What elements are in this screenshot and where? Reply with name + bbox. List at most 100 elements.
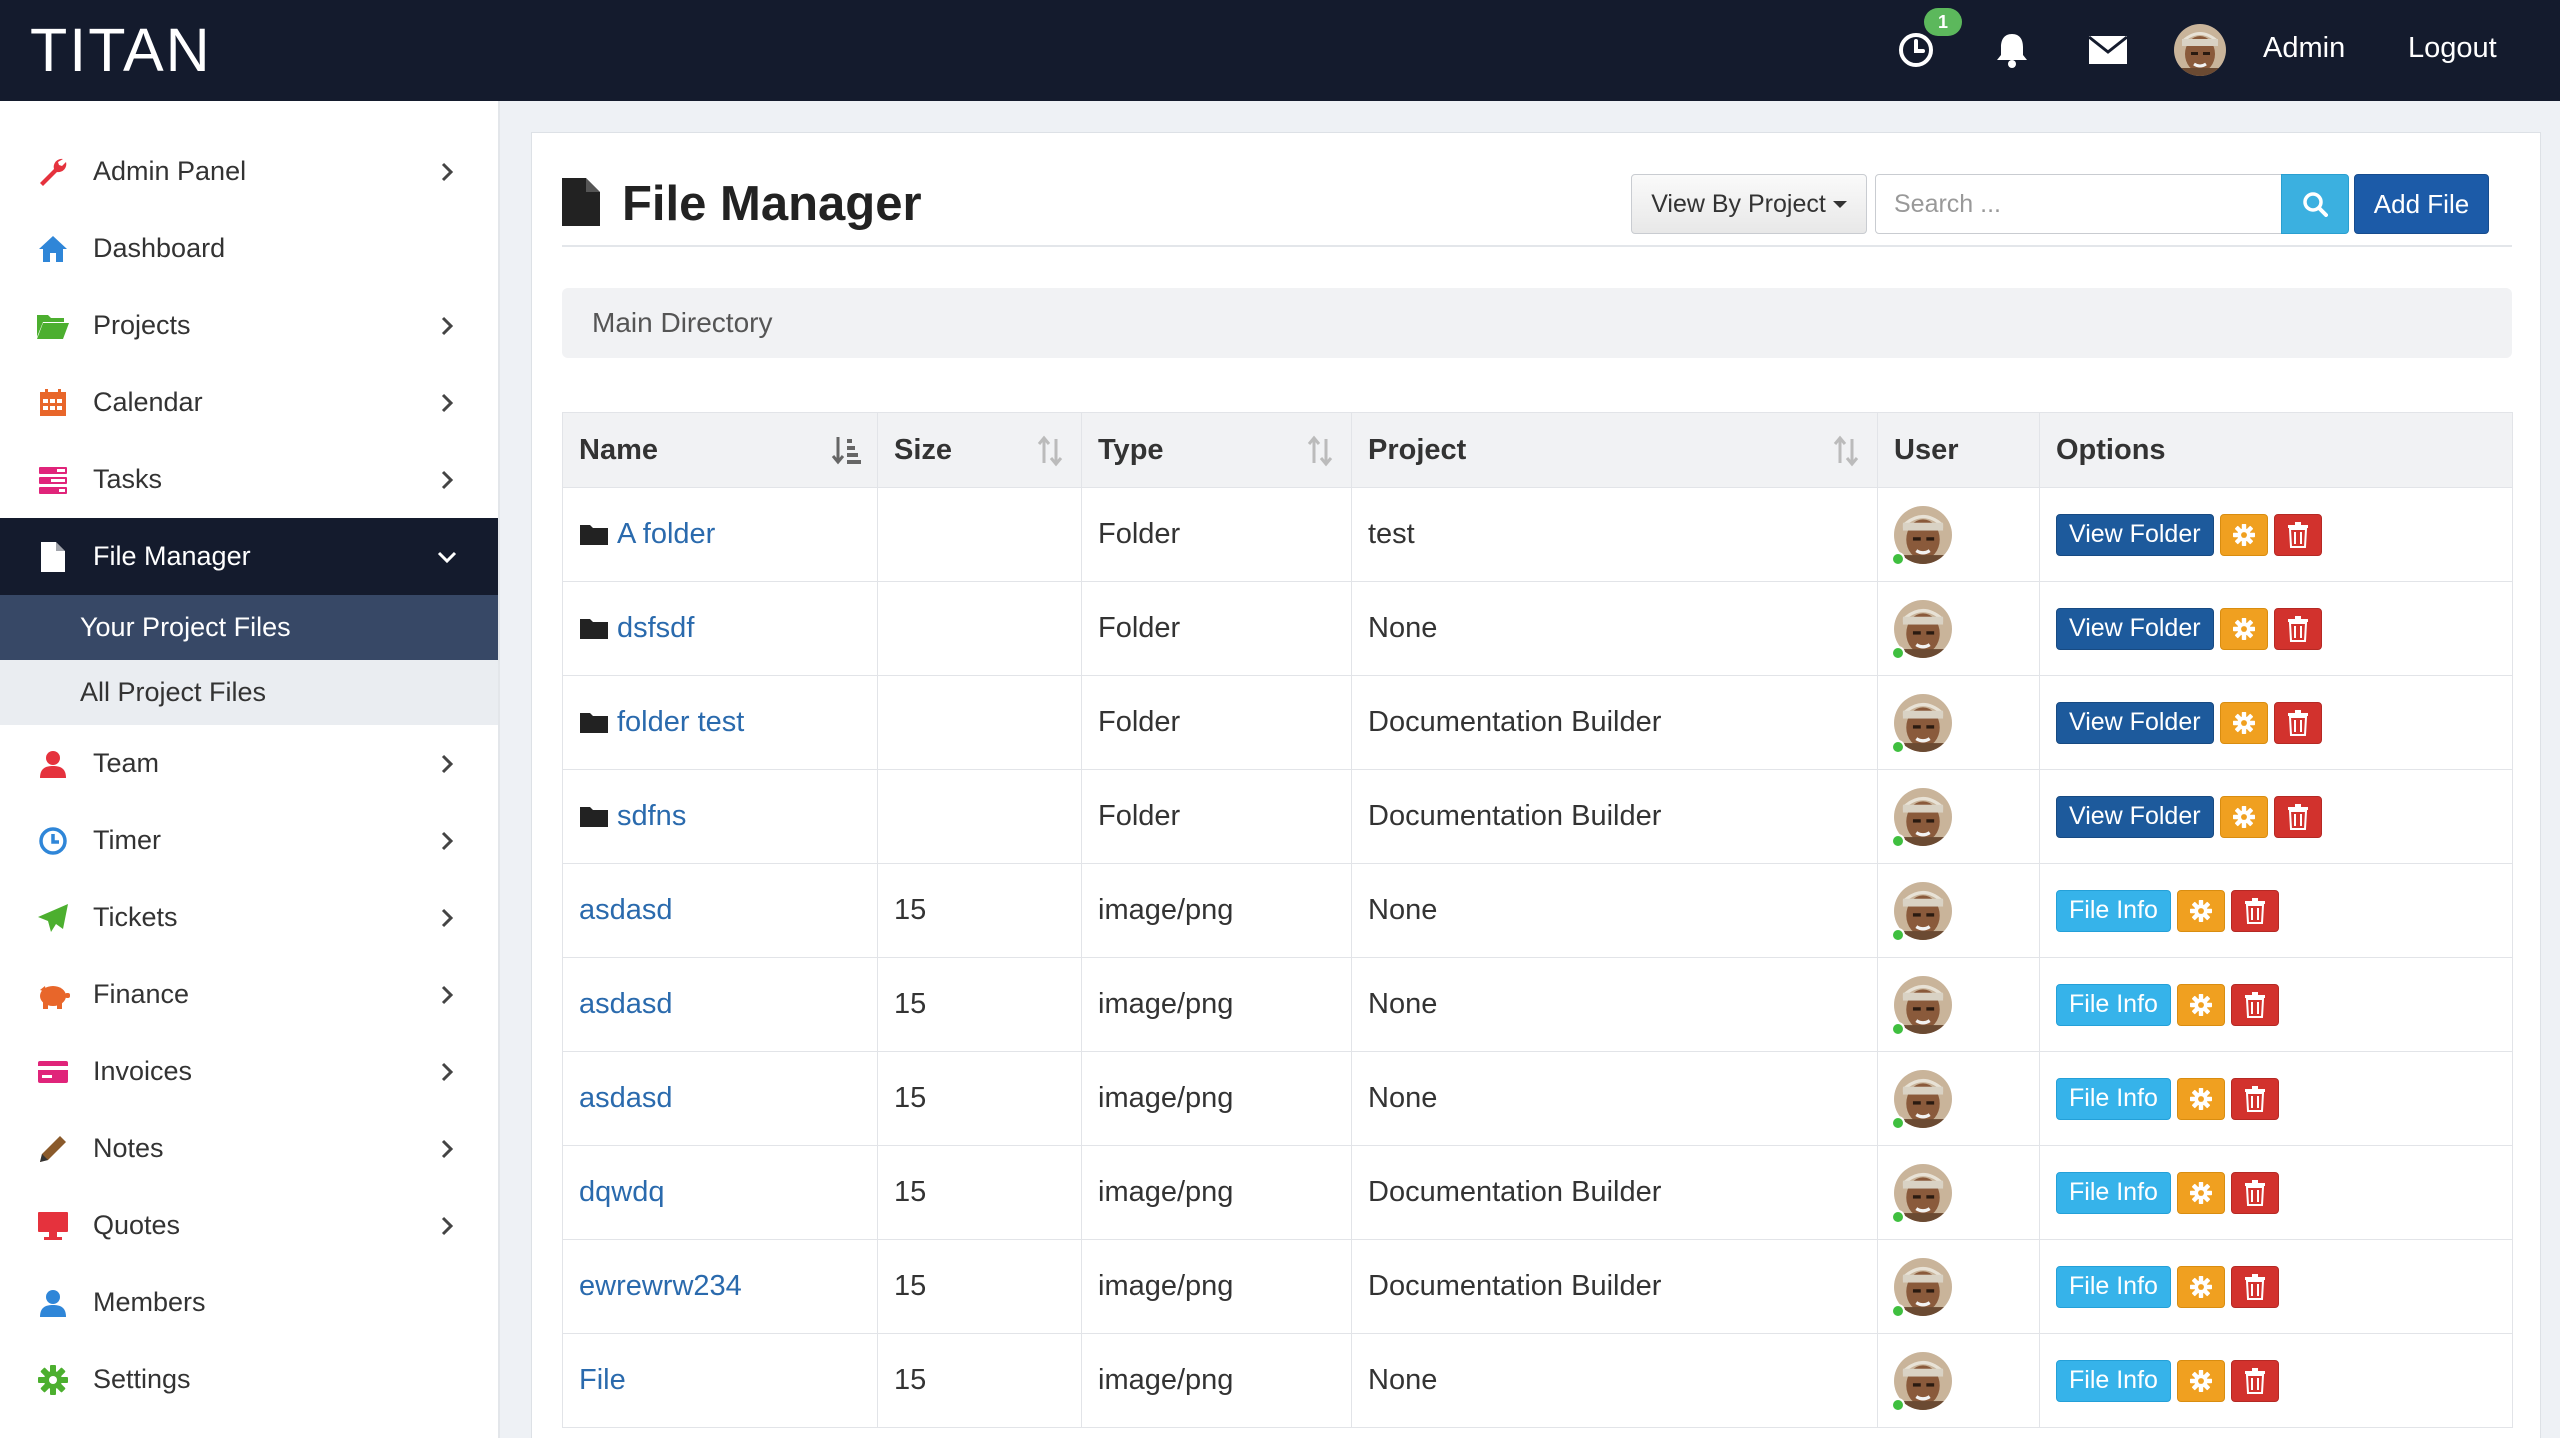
settings-button[interactable] xyxy=(2219,701,2268,744)
file-link[interactable]: asdasd xyxy=(579,1082,673,1114)
sidebar-item-finance[interactable]: Finance xyxy=(0,956,498,1033)
avatar[interactable] xyxy=(1891,1351,1952,1412)
avatar[interactable] xyxy=(1891,599,1952,660)
delete-button[interactable] xyxy=(2230,889,2279,932)
bell-icon[interactable] xyxy=(1984,22,2040,78)
delete-button[interactable] xyxy=(2273,795,2322,838)
folder-link[interactable]: sdfns xyxy=(617,800,686,832)
submenu-item-label: Your Project Files xyxy=(80,612,291,642)
file-info-button[interactable]: File Info xyxy=(2056,1359,2171,1402)
delete-button[interactable] xyxy=(2273,701,2322,744)
submenu-item-your-project-files[interactable]: Your Project Files xyxy=(0,595,498,660)
avatar[interactable] xyxy=(2174,24,2226,76)
sidebar-item-calendar[interactable]: Calendar xyxy=(0,364,498,441)
file-link[interactable]: ewrewrw234 xyxy=(579,1270,742,1302)
sidebar-item-members[interactable]: Members xyxy=(0,1264,498,1341)
delete-button[interactable] xyxy=(2230,1077,2279,1120)
avatar[interactable] xyxy=(1891,881,1952,942)
chevron-right-icon xyxy=(436,392,458,414)
delete-button[interactable] xyxy=(2230,983,2279,1026)
online-status-dot xyxy=(1891,927,1905,942)
sidebar-item-projects[interactable]: Projects xyxy=(0,287,498,364)
timer-badge: 1 xyxy=(1924,8,1962,36)
delete-button[interactable] xyxy=(2230,1171,2279,1214)
file-info-button[interactable]: File Info xyxy=(2056,1077,2171,1120)
view-folder-button[interactable]: View Folder xyxy=(2056,701,2214,744)
folder-link[interactable]: folder test xyxy=(617,706,744,738)
settings-button[interactable] xyxy=(2176,1359,2225,1402)
file-link[interactable]: File xyxy=(579,1364,626,1396)
avatar[interactable] xyxy=(1891,1257,1952,1318)
file-link[interactable]: asdasd xyxy=(579,894,673,926)
column-header-options: Options xyxy=(2039,412,2513,488)
search-button[interactable] xyxy=(2281,174,2349,234)
folder-link[interactable]: A folder xyxy=(617,518,715,550)
cell-size: 15 xyxy=(877,1239,1082,1334)
delete-button[interactable] xyxy=(2230,1359,2279,1402)
settings-button[interactable] xyxy=(2176,1171,2225,1214)
avatar[interactable] xyxy=(1891,1069,1952,1130)
settings-button[interactable] xyxy=(2176,983,2225,1026)
cell-name: dqwdq xyxy=(562,1145,878,1240)
chevron-down-icon xyxy=(436,546,458,568)
view-folder-button[interactable]: View Folder xyxy=(2056,607,2214,650)
column-header-size[interactable]: Size xyxy=(877,412,1082,488)
sidebar-item-file-manager[interactable]: File Manager xyxy=(0,518,498,595)
file-info-button[interactable]: File Info xyxy=(2056,1265,2171,1308)
add-file-button[interactable]: Add File xyxy=(2354,174,2489,234)
submenu-item-all-project-files[interactable]: All Project Files xyxy=(0,660,498,725)
logout-link[interactable]: Logout xyxy=(2408,28,2497,68)
settings-button[interactable] xyxy=(2176,1265,2225,1308)
view-folder-button[interactable]: View Folder xyxy=(2056,513,2214,556)
sidebar-item-label: File Manager xyxy=(93,541,251,571)
sidebar-item-timer[interactable]: Timer xyxy=(0,802,498,879)
sidebar-item-settings[interactable]: Settings xyxy=(0,1341,498,1418)
avatar[interactable] xyxy=(1891,787,1952,848)
delete-button[interactable] xyxy=(2273,607,2322,650)
file-info-button[interactable]: File Info xyxy=(2056,889,2171,932)
settings-button[interactable] xyxy=(2176,889,2225,932)
file-link[interactable]: asdasd xyxy=(579,988,673,1020)
sidebar-item-tickets[interactable]: Tickets xyxy=(0,879,498,956)
file-info-button[interactable]: File Info xyxy=(2056,1171,2171,1214)
view-folder-button[interactable]: View Folder xyxy=(2056,795,2214,838)
sidebar-item-notes[interactable]: Notes xyxy=(0,1110,498,1187)
page-title: File Manager xyxy=(622,177,922,231)
view-by-project-dropdown[interactable]: View By Project xyxy=(1631,174,1867,234)
folder-link[interactable]: dsfsdf xyxy=(617,612,694,644)
avatar[interactable] xyxy=(1891,1163,1952,1224)
search-input[interactable] xyxy=(1875,174,2283,234)
gear-icon xyxy=(2189,1369,2212,1392)
wrench-icon xyxy=(36,155,70,189)
column-header-name[interactable]: Name xyxy=(562,412,878,488)
top-navbar: TITAN 1 Admin Logout xyxy=(0,0,2560,101)
settings-button[interactable] xyxy=(2219,795,2268,838)
cell-options: View Folder xyxy=(2039,675,2513,770)
settings-button[interactable] xyxy=(2176,1077,2225,1120)
file-link[interactable]: dqwdq xyxy=(579,1176,664,1208)
delete-button[interactable] xyxy=(2230,1265,2279,1308)
envelope-icon[interactable] xyxy=(2080,22,2136,78)
chevron-right-icon xyxy=(436,1138,458,1160)
sidebar-item-admin-panel[interactable]: Admin Panel xyxy=(0,133,498,210)
user-name-link[interactable]: Admin xyxy=(2263,28,2345,68)
sidebar-item-dashboard[interactable]: Dashboard xyxy=(0,210,498,287)
cell-type: image/png xyxy=(1081,1145,1352,1240)
delete-button[interactable] xyxy=(2273,513,2322,556)
sidebar-item-team[interactable]: Team xyxy=(0,725,498,802)
settings-button[interactable] xyxy=(2219,607,2268,650)
breadcrumb-item[interactable]: Main Directory xyxy=(592,307,772,339)
chevron-right-icon xyxy=(436,1061,458,1083)
avatar[interactable] xyxy=(1891,693,1952,754)
cell-name: asdasd xyxy=(562,1051,878,1146)
avatar[interactable] xyxy=(1891,505,1952,566)
column-header-project[interactable]: Project xyxy=(1351,412,1878,488)
sidebar-item-tasks[interactable]: Tasks xyxy=(0,441,498,518)
avatar[interactable] xyxy=(1891,975,1952,1036)
column-header-type[interactable]: Type xyxy=(1081,412,1352,488)
file-info-button[interactable]: File Info xyxy=(2056,983,2171,1026)
settings-button[interactable] xyxy=(2219,513,2268,556)
sidebar-item-quotes[interactable]: Quotes xyxy=(0,1187,498,1264)
brand-logo[interactable]: TITAN xyxy=(30,13,212,87)
sidebar-item-invoices[interactable]: Invoices xyxy=(0,1033,498,1110)
